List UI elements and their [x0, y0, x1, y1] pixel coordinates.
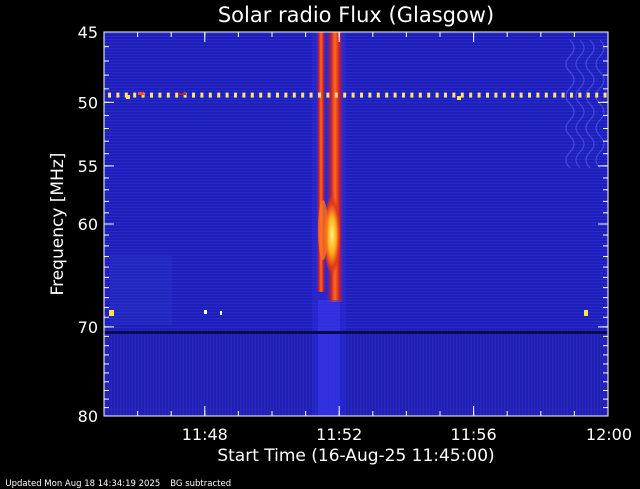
y-tick-label: 70 [78, 318, 98, 337]
interference-dot [435, 92, 439, 98]
spot [126, 95, 130, 99]
interference-dot [116, 92, 120, 98]
updated-timestamp: Updated Mon Aug 18 14:34:19 2025 [5, 479, 161, 489]
interference-dot [603, 92, 607, 98]
interference-dot [192, 92, 195, 98]
interference-dot [217, 92, 221, 98]
interference-dot [166, 92, 170, 98]
spot [109, 310, 114, 316]
interference-dot [460, 92, 464, 98]
interference-dot [267, 92, 271, 98]
chart-title: Solar radio Flux (Glasgow) [218, 3, 494, 27]
interference-dot [284, 92, 288, 98]
interference-dot [578, 92, 582, 98]
interference-dot [276, 92, 279, 98]
interference-dot [318, 92, 321, 98]
interference-dot [410, 92, 414, 98]
interference-dot [519, 92, 523, 98]
interference-dot [477, 92, 481, 98]
interference-dot [393, 92, 397, 98]
lower-frequency-band [104, 330, 608, 416]
interference-line-72mhz [104, 331, 608, 334]
x-tick-label: 11:52 [316, 425, 362, 444]
spot [138, 92, 144, 95]
interference-dot [376, 92, 380, 98]
interference-dot [175, 92, 179, 98]
x-tick-label: 12:00 [586, 425, 632, 444]
spectrogram-image [104, 32, 608, 416]
y-axis-label: Frequency [MHz] [48, 153, 68, 296]
interference-dot [334, 92, 338, 98]
interference-dot [360, 92, 363, 98]
interference-dot [208, 92, 212, 98]
spot [178, 93, 186, 95]
interference-dot [469, 92, 473, 98]
burst-hotspot-secondary [318, 200, 328, 260]
interference-dot [444, 92, 447, 98]
spot [220, 311, 222, 315]
interference-dot [234, 92, 237, 98]
interference-dot [586, 92, 590, 98]
x-axis-label: Start Time (16-Aug-25 11:45:00) [217, 446, 494, 466]
interference-dot [133, 92, 137, 98]
interference-dot [225, 92, 229, 98]
interference-dot [595, 92, 599, 98]
interference-dot [385, 92, 389, 98]
interference-dot [561, 92, 565, 98]
interference-dot [553, 92, 557, 98]
interference-dot [292, 92, 296, 98]
interference-dot [452, 92, 456, 98]
interference-dot [494, 92, 498, 98]
interference-dot [108, 92, 111, 98]
interference-dot [250, 92, 254, 98]
interference-dot [536, 92, 540, 98]
interference-dot [150, 92, 153, 98]
interference-dot [544, 92, 548, 98]
interference-dot [259, 92, 263, 98]
interference-dot [427, 92, 431, 98]
background-note: BG subtracted [170, 479, 232, 489]
spectrogram-chart: 45 50 55 60 70 80 11:48 11:52 11:56 12:00 Solar … [48, 3, 632, 466]
interference-dot [343, 92, 347, 98]
interference-dot [301, 92, 305, 98]
interference-dot [486, 92, 489, 98]
y-tick-label: 80 [78, 407, 98, 426]
interference-dot [326, 92, 330, 98]
interference-dot [570, 92, 573, 98]
interference-dot [418, 92, 422, 98]
y-tick-label: 45 [78, 23, 98, 42]
patch-left [110, 255, 172, 325]
interference-dot [351, 92, 355, 98]
burst-tail [318, 300, 340, 416]
interference-dot [200, 92, 204, 98]
y-tick-label: 50 [78, 93, 98, 112]
spot [204, 310, 207, 314]
spot [584, 310, 588, 316]
interference-dot [511, 92, 515, 98]
interference-dot [502, 92, 506, 98]
x-tick-label: 11:48 [182, 425, 228, 444]
interference-dot [309, 92, 313, 98]
interference-dot [528, 92, 531, 98]
interference-dot [402, 92, 405, 98]
footer: Updated Mon Aug 18 14:34:19 2025 BG subtr… [0, 469, 241, 489]
interference-dot [158, 92, 162, 98]
x-tick-label: 11:56 [451, 425, 497, 444]
interference-dot [242, 92, 246, 98]
y-tick-label: 55 [78, 157, 98, 176]
interference-dot [368, 92, 372, 98]
y-tick-label: 60 [78, 215, 98, 234]
spot [457, 96, 461, 100]
